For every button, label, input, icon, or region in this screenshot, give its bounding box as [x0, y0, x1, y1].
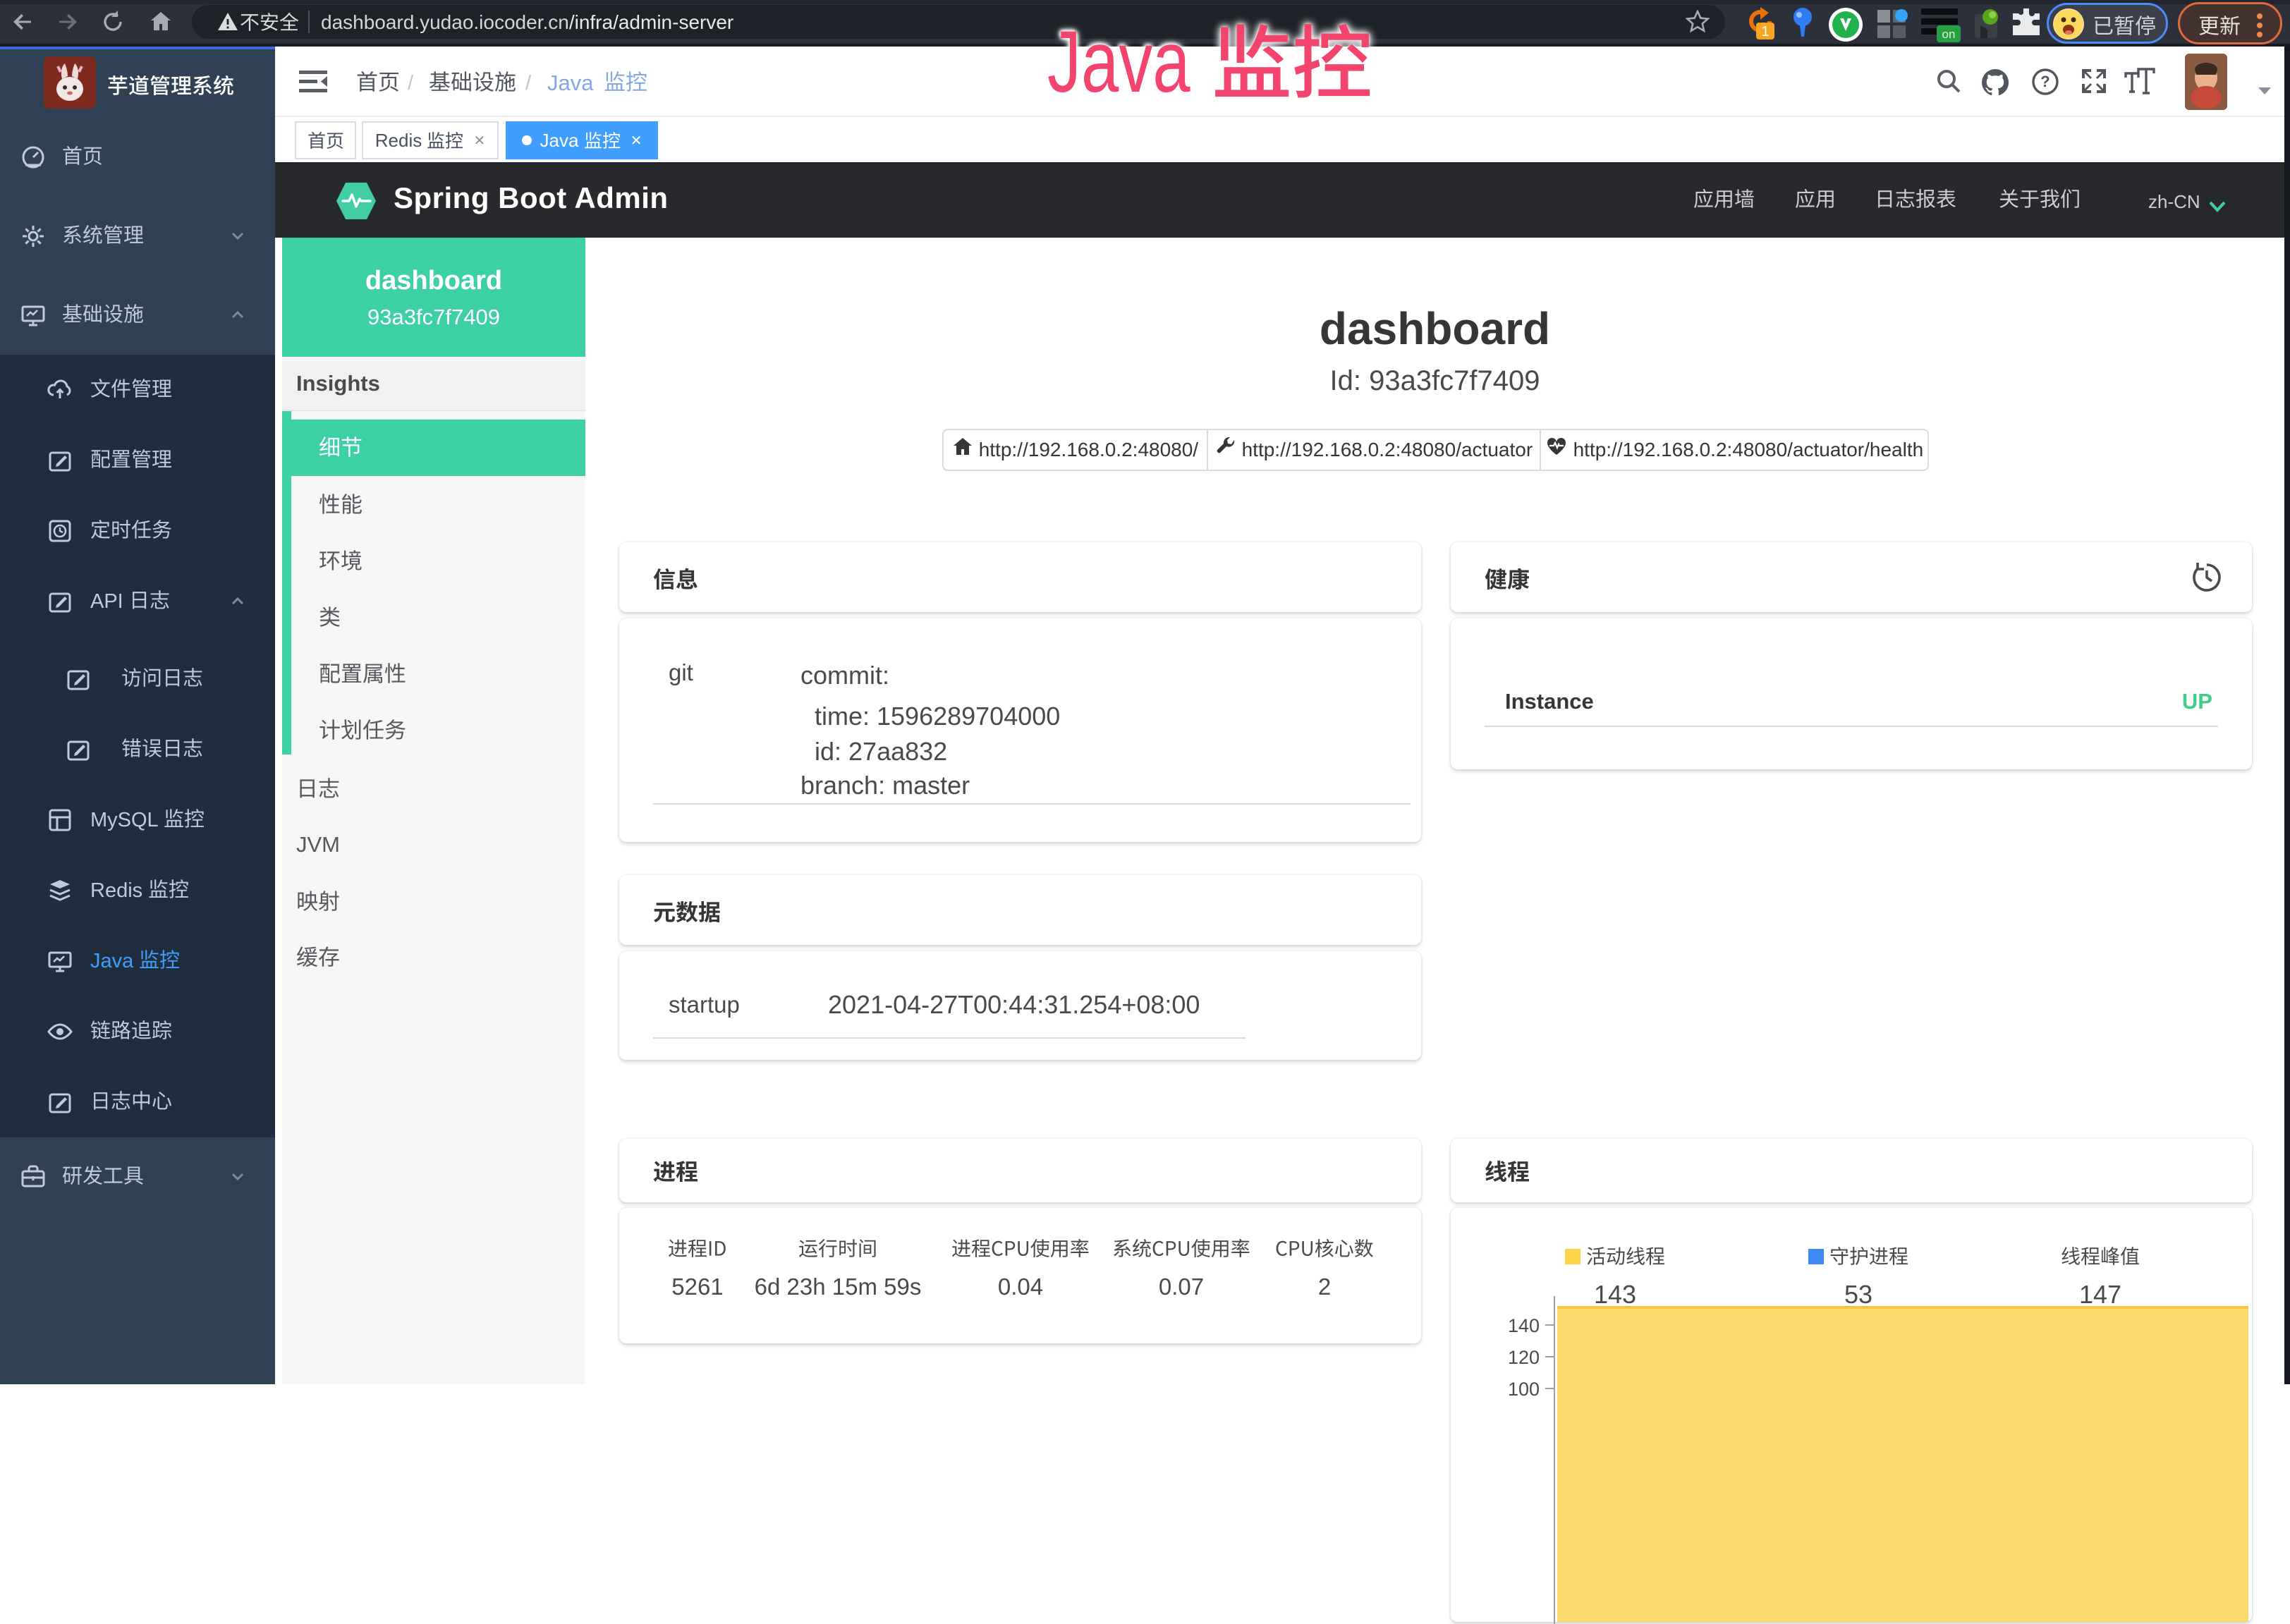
- svg-text:?: ?: [2040, 73, 2050, 90]
- svg-text:1: 1: [1761, 24, 1769, 39]
- svg-text:on: on: [1942, 28, 1956, 41]
